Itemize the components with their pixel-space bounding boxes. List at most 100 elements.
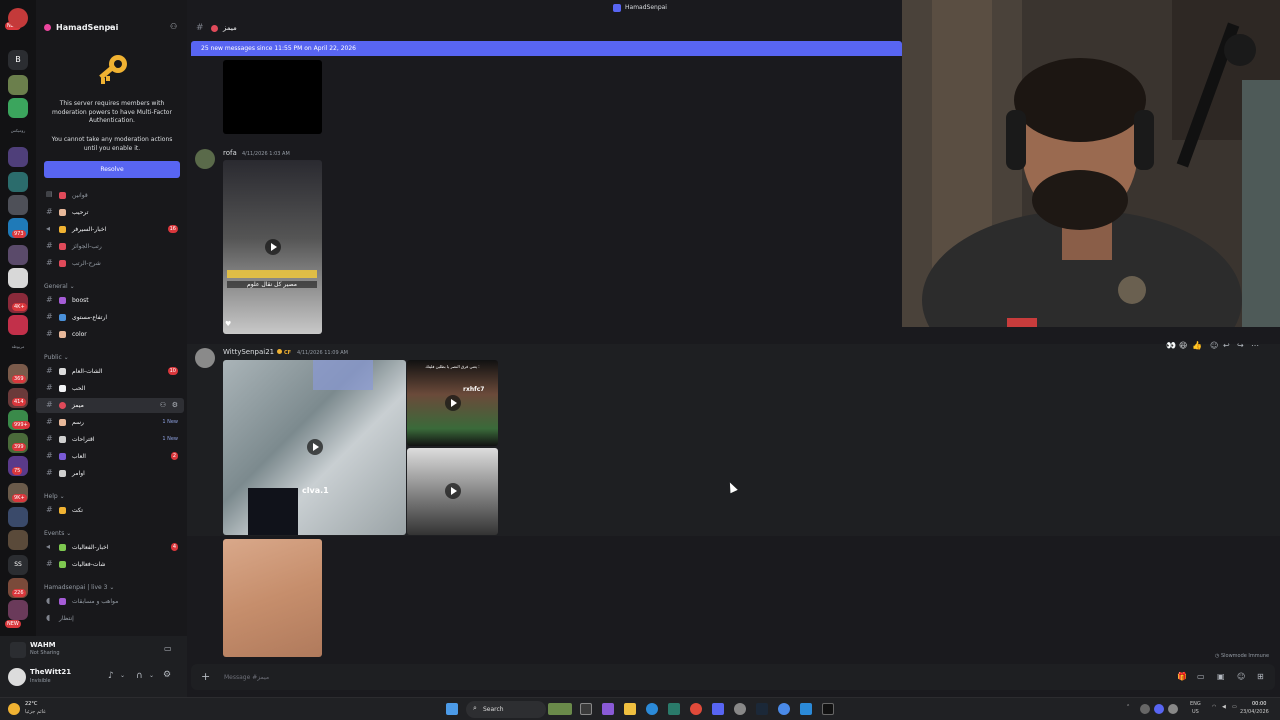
category-help[interactable]: Help ⌄ [44, 493, 65, 500]
task-view-icon[interactable] [580, 703, 592, 715]
weather-icon[interactable] [8, 703, 20, 715]
category-public[interactable]: Public ⌄ [44, 354, 69, 361]
channel-general-chat[interactable]: # الشات-العام 10 [36, 364, 184, 379]
add-reaction-icon[interactable]: ☺ [1210, 341, 1218, 350]
resolve-button[interactable]: Resolve [44, 161, 180, 178]
category-live[interactable]: Hamadsenpai | live 3 ⌄ [44, 584, 114, 591]
app-icon[interactable] [668, 703, 680, 715]
clock-date[interactable]: 23/04/2026 [1240, 709, 1269, 715]
channel-commands[interactable]: # اوامر [36, 466, 184, 481]
play-icon[interactable] [307, 439, 323, 455]
server-icon[interactable] [8, 530, 28, 550]
keyboard-region[interactable]: US [1192, 709, 1199, 715]
clock-time[interactable]: 00:00 [1252, 701, 1266, 707]
stream-icon[interactable]: ▭ [164, 644, 172, 653]
weather-desc[interactable]: غائم جزئيا [25, 709, 46, 715]
server-icon[interactable] [8, 507, 28, 527]
channel-waiting[interactable]: ◖ إنتظار [36, 611, 184, 626]
gear-icon[interactable]: ⚙ [172, 401, 178, 409]
obs-icon[interactable] [822, 703, 834, 715]
widget-icon[interactable] [548, 703, 572, 715]
channel-rewards[interactable]: # رتب-الجوائز [36, 239, 184, 254]
new-messages-banner[interactable]: 25 new messages since 11:55 PM on April … [191, 41, 902, 56]
channel-ticket[interactable]: # تكت [36, 503, 184, 518]
volume-icon[interactable]: ◀ [1222, 704, 1226, 710]
discord-icon[interactable] [712, 703, 724, 715]
play-icon[interactable] [445, 483, 461, 499]
tray-icon[interactable] [1140, 704, 1150, 714]
keyboard-lang[interactable]: ENG [1190, 701, 1201, 707]
app-icon[interactable] [602, 703, 614, 715]
add-member-icon[interactable]: ⚇ [160, 401, 166, 409]
server-icon[interactable] [8, 600, 28, 620]
server-icon[interactable] [8, 75, 28, 95]
avatar[interactable] [8, 668, 26, 686]
sticker-icon[interactable]: ▣ [1217, 672, 1225, 681]
weather-temp[interactable]: 22°C [25, 701, 37, 707]
chevron-down-icon[interactable]: ⌄ [120, 672, 125, 679]
channel-color[interactable]: # color [36, 327, 184, 342]
server-icon[interactable] [8, 195, 28, 215]
add-member-icon[interactable]: ⚇ [170, 22, 177, 31]
channel-roles-info[interactable]: # شرح-الرتب [36, 256, 184, 271]
author-name[interactable]: rofa [223, 149, 237, 157]
reply-icon[interactable]: ↩ [1223, 341, 1230, 350]
avatar[interactable] [195, 348, 215, 368]
channel-rules[interactable]: ▤ قوانين [36, 188, 184, 203]
tray-icon[interactable] [1154, 704, 1164, 714]
channel-event-news[interactable]: ◂ اخبار-الفعاليات 4 [36, 540, 184, 555]
app-icon[interactable] [778, 703, 790, 715]
category-events[interactable]: Events ⌄ [44, 530, 71, 537]
message-composer[interactable]: + Message #ميمز 🎁 ▭ ▣ ☺ ⊞ [191, 664, 1275, 690]
folder-icon[interactable] [624, 703, 636, 715]
settings-icon[interactable] [734, 703, 746, 715]
channel-event-chat[interactable]: # شات-فعاليات [36, 557, 184, 572]
category-general[interactable]: General ⌄ [44, 283, 75, 290]
play-icon[interactable] [445, 395, 461, 411]
server-icon[interactable] [8, 172, 28, 192]
channel-memes[interactable]: # ميمز ⚇ ⚙ [36, 398, 184, 413]
video-attachment[interactable] [407, 448, 498, 535]
channel-talents[interactable]: ◖ مواهب و مسابقات [36, 594, 184, 609]
channel-drawing[interactable]: # رسم 1 New [36, 415, 184, 430]
video-attachment[interactable]: يعني فرق النصر يا بطلين فليتك : rxhfc7 [407, 360, 498, 446]
message-input[interactable]: Message #ميمز [224, 674, 269, 681]
server-header[interactable]: HamadSenpai ⌄ ⚇ [36, 18, 187, 38]
server-icon-ss[interactable]: SS [8, 555, 28, 575]
server-icon[interactable] [8, 315, 28, 335]
tray-icon[interactable] [1168, 704, 1178, 714]
laugh-emoji-icon[interactable]: 😆 [1179, 341, 1187, 350]
author-name[interactable]: WittySenpai21 [223, 348, 274, 356]
battery-icon[interactable]: ▭ [1232, 704, 1237, 710]
gift-icon[interactable]: 🎁 [1177, 672, 1187, 681]
chevron-down-icon[interactable]: ⌄ [149, 672, 154, 679]
play-icon[interactable] [265, 239, 281, 255]
taskbar-search[interactable]: ⌕ Search [466, 701, 546, 718]
server-icon[interactable] [8, 98, 28, 118]
video-attachment[interactable]: clva.1 [223, 360, 406, 535]
channel-server-news[interactable]: ◂ اخبار-السيرفر 16 [36, 222, 184, 237]
channel-suggestions[interactable]: # اقتراحات 1 New [36, 432, 184, 447]
video-attachment[interactable] [223, 60, 322, 134]
app-icon[interactable] [800, 703, 812, 715]
server-icon[interactable] [8, 147, 28, 167]
video-attachment[interactable]: مصير كل نقال علوم ♥ [223, 160, 322, 334]
edge-icon[interactable] [646, 703, 658, 715]
apps-icon[interactable]: ⊞ [1257, 672, 1264, 681]
channel-level-up[interactable]: # ارتفاع-مستوى [36, 310, 184, 325]
start-icon[interactable] [446, 703, 458, 715]
add-attachment-icon[interactable]: + [201, 670, 210, 683]
gear-icon[interactable]: ⚙ [163, 670, 171, 680]
channel-love[interactable]: # الحب [36, 381, 184, 396]
server-icon-b[interactable]: B [8, 50, 28, 70]
gif-icon[interactable]: ▭ [1197, 672, 1205, 681]
wifi-icon[interactable]: ◠ [1212, 704, 1216, 710]
avatar[interactable] [195, 149, 215, 169]
headphones-icon[interactable]: ∩ [136, 671, 143, 681]
image-attachment[interactable] [223, 539, 322, 657]
channel-games[interactable]: # العاب 2 [36, 449, 184, 464]
forward-icon[interactable]: ↪ [1237, 341, 1244, 350]
microphone-icon[interactable]: ♪ [108, 671, 114, 681]
steam-icon[interactable] [756, 703, 768, 715]
emoji-icon[interactable]: ☺ [1237, 672, 1245, 681]
